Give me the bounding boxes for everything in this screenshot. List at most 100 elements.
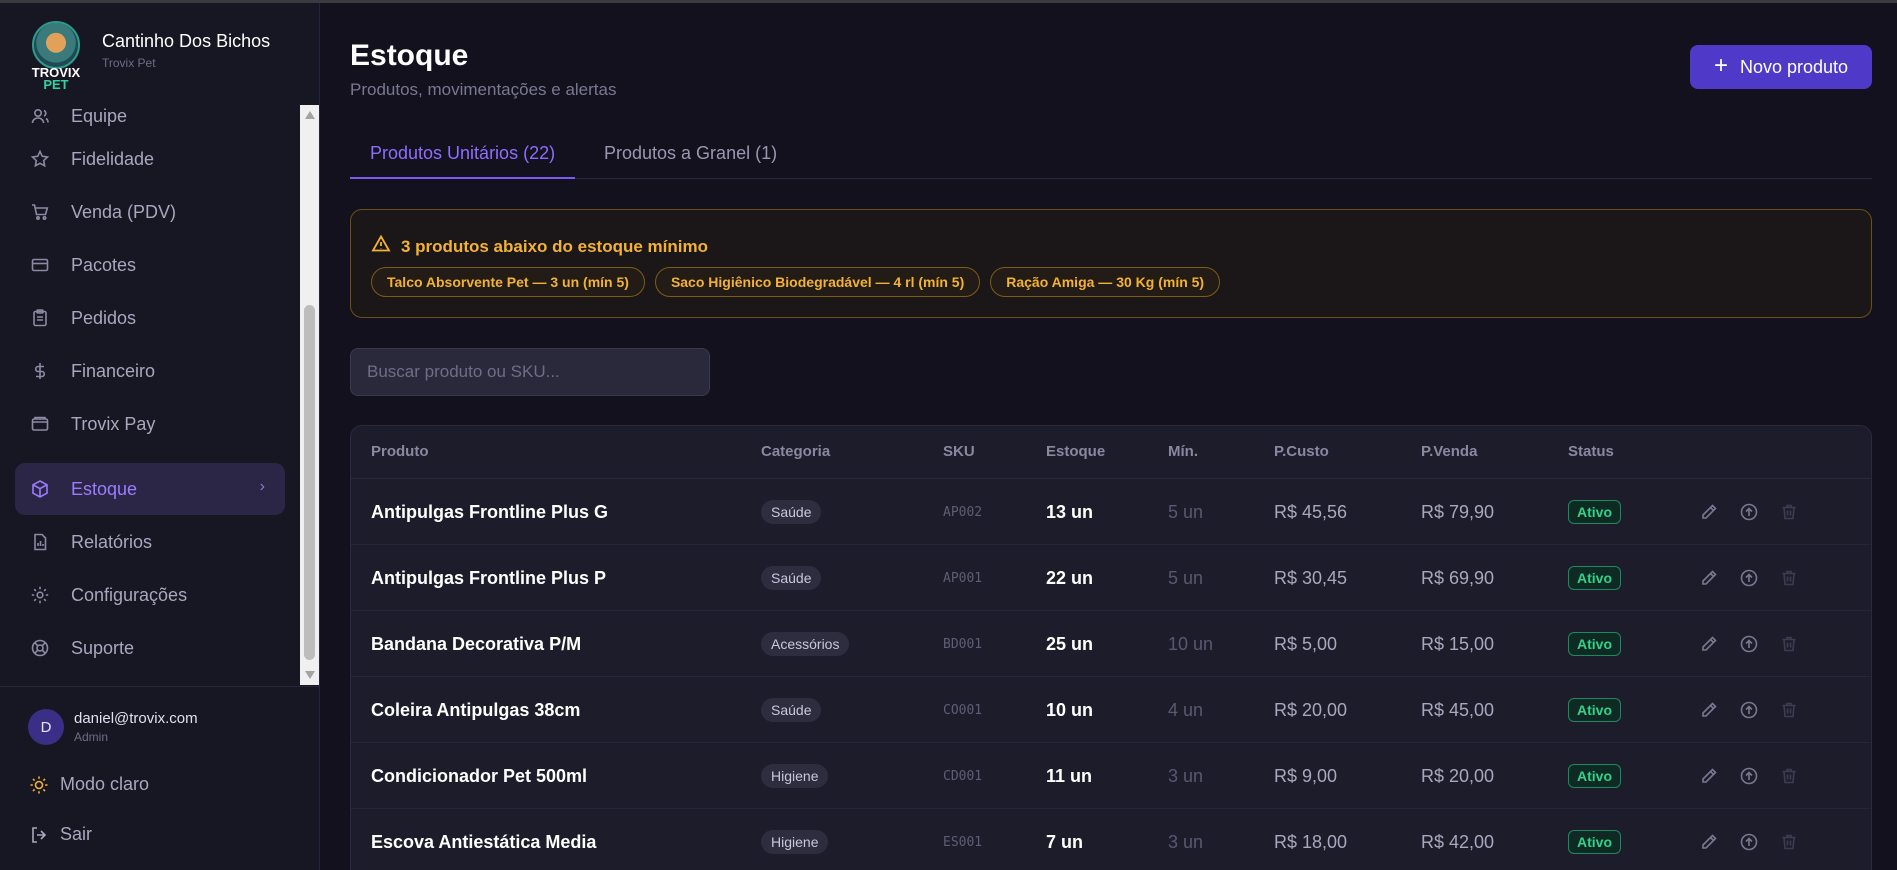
min-stock: 5 un [1168, 567, 1204, 588]
stock-quantity: 25 un [1046, 633, 1094, 654]
search-input[interactable] [350, 348, 710, 396]
trash-icon[interactable] [1769, 502, 1809, 522]
theme-toggle-button[interactable]: Modo claro [28, 774, 149, 795]
logout-label: Sair [60, 824, 93, 844]
table-row[interactable]: Escova Antiestática Media Higiene ES001 7 u… [351, 809, 1871, 870]
row-actions [1689, 743, 1809, 809]
sidebar-item-financeiro[interactable]: Financeiro [15, 345, 285, 397]
sidebar-scrollbar[interactable] [300, 105, 319, 685]
stock-movement-icon[interactable] [1729, 502, 1769, 522]
page-subtitle: Produtos, movimentações e alertas [350, 80, 617, 99]
sidebar-item-label: Equipe [71, 105, 128, 126]
edit-icon[interactable] [1689, 700, 1729, 720]
card-icon [29, 254, 51, 276]
status-badge: Ativo [1568, 830, 1621, 854]
trash-icon[interactable] [1769, 700, 1809, 720]
trash-icon[interactable] [1769, 568, 1809, 588]
sidebar-item-venda[interactable]: Venda (PDV) [15, 186, 285, 238]
column-header[interactable]: Mín. [1168, 443, 1198, 460]
row-actions [1689, 809, 1809, 870]
logout-button[interactable]: Sair [28, 824, 92, 845]
stock-movement-icon[interactable] [1729, 568, 1769, 588]
tab-produtos-unitarios[interactable]: Produtos Unitários (22) [350, 143, 576, 179]
product-name: Condicionador Pet 500ml [371, 765, 588, 786]
user-email: daniel@trovix.com [74, 710, 198, 727]
table-row[interactable]: Bandana Decorativa P/M Acessórios BD001 25 … [351, 611, 1871, 677]
sidebar-item-pedidos[interactable]: Pedidos [15, 292, 285, 344]
box-icon [29, 478, 51, 500]
edit-icon[interactable] [1689, 832, 1729, 852]
clipboard-icon [29, 307, 51, 329]
stock-quantity: 7 un [1046, 831, 1084, 852]
sidebar-item-label: Financeiro [71, 360, 156, 381]
sidebar-item-configuracoes[interactable]: Configurações [15, 569, 285, 621]
tab-produtos-granel[interactable]: Produtos a Granel (1) [584, 143, 797, 179]
product-sku: AP002 [943, 504, 983, 520]
chevron-right-icon: › [259, 478, 265, 495]
product-name: Escova Antiestática Media [371, 831, 597, 852]
cost-price: R$ 18,00 [1274, 831, 1348, 852]
min-stock: 5 un [1168, 501, 1204, 522]
logout-icon [28, 825, 50, 845]
alert-title: 3 produtos abaixo do estoque mínimo [401, 236, 708, 256]
column-header[interactable]: Produto [371, 443, 429, 460]
edit-icon[interactable] [1689, 568, 1729, 588]
edit-icon[interactable] [1689, 634, 1729, 654]
trash-icon[interactable] [1769, 832, 1809, 852]
product-sku: BD001 [943, 636, 983, 652]
sidebar-item-pacotes[interactable]: Pacotes [15, 239, 285, 291]
dog-mascot-icon [32, 21, 80, 69]
column-header[interactable]: P.Custo [1274, 443, 1329, 460]
column-header[interactable]: Status [1568, 443, 1614, 460]
sale-price: R$ 45,00 [1421, 699, 1495, 720]
table-row[interactable]: Antipulgas Frontline Plus G Saúde AP002 13 … [351, 479, 1871, 545]
column-header[interactable]: Estoque [1046, 443, 1105, 460]
scrollbar-thumb[interactable] [304, 305, 315, 660]
column-header[interactable]: Categoria [761, 443, 830, 460]
sidebar-item-suporte[interactable]: Suporte [15, 622, 285, 674]
cost-price: R$ 20,00 [1274, 699, 1348, 720]
new-product-button[interactable]: + Novo produto [1690, 45, 1872, 89]
dollar-icon [29, 360, 51, 382]
sale-price: R$ 20,00 [1421, 765, 1495, 786]
cost-price: R$ 9,00 [1274, 765, 1338, 786]
sidebar-item-estoque[interactable]: Estoque › [15, 463, 285, 515]
product-sku: CD001 [943, 768, 983, 784]
table-row[interactable]: Antipulgas Frontline Plus P Saúde AP001 22 … [351, 545, 1871, 611]
sidebar-item-label: Estoque [71, 478, 138, 499]
row-actions [1689, 611, 1809, 677]
min-stock: 10 un [1168, 633, 1214, 654]
stock-movement-icon[interactable] [1729, 766, 1769, 786]
scroll-up-arrow-icon[interactable] [305, 111, 315, 119]
trovix-pet-logo: TROVIX PET [28, 21, 84, 91]
stock-movement-icon[interactable] [1729, 634, 1769, 654]
min-stock: 3 un [1168, 831, 1204, 852]
sidebar-item-label: Pedidos [71, 307, 137, 328]
sidebar-item-trovix-pay[interactable]: Trovix Pay [15, 398, 285, 450]
low-stock-chip[interactable]: Talco Absorvente Pet — 3 un (mín 5) [371, 267, 645, 297]
sidebar-item-relatorios[interactable]: Relatórios [15, 516, 285, 568]
edit-icon[interactable] [1689, 502, 1729, 522]
edit-icon[interactable] [1689, 766, 1729, 786]
low-stock-chip[interactable]: Ração Amiga — 30 Kg (mín 5) [990, 267, 1221, 297]
sidebar-item-fidelidade[interactable]: Fidelidade [15, 133, 285, 185]
trash-icon[interactable] [1769, 766, 1809, 786]
category-badge: Higiene [761, 764, 829, 788]
trash-icon[interactable] [1769, 634, 1809, 654]
table-row[interactable]: Condicionador Pet 500ml Higiene CD001 11 un… [351, 743, 1871, 809]
product-name: Antipulgas Frontline Plus G [371, 501, 609, 522]
cost-price: R$ 30,45 [1274, 567, 1348, 588]
table-row[interactable]: Coleira Antipulgas 38cm Saúde CO001 10 un 4 … [351, 677, 1871, 743]
low-stock-chip[interactable]: Saco Higiênico Biodegradável — 4 rl (mín… [654, 267, 981, 297]
scroll-down-arrow-icon[interactable] [305, 671, 315, 679]
page-title: Estoque [350, 39, 469, 72]
stock-movement-icon[interactable] [1729, 700, 1769, 720]
column-header[interactable]: SKU [943, 443, 975, 460]
main-content: Estoque Produtos, movimentações e alerta… [350, 3, 1872, 870]
users-icon [29, 105, 51, 127]
column-header[interactable]: P.Venda [1421, 443, 1477, 460]
user-profile[interactable]: D daniel@trovix.com Admin [28, 709, 198, 745]
warning-icon [371, 234, 391, 259]
star-icon [29, 148, 51, 170]
stock-movement-icon[interactable] [1729, 832, 1769, 852]
